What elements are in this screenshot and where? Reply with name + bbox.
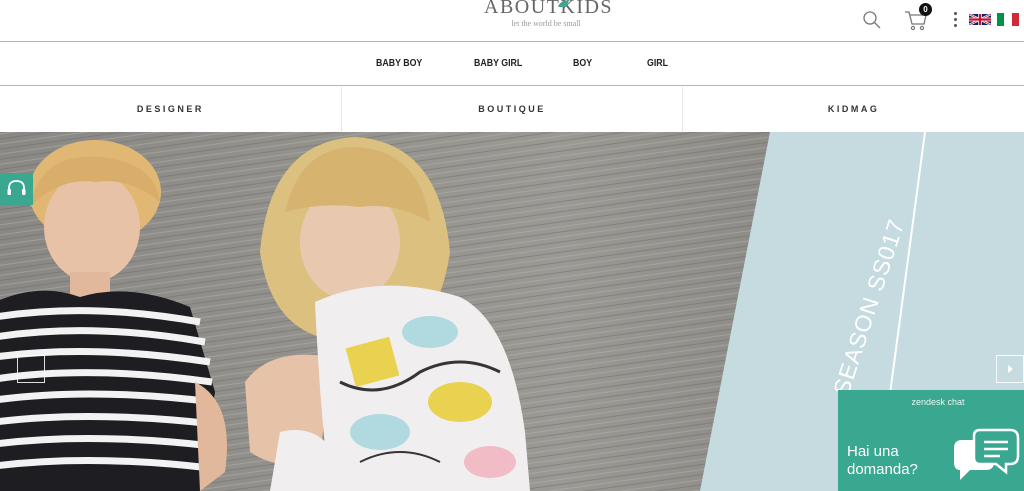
chat-bubbles-icon: [954, 428, 1020, 480]
hero-next-button[interactable]: [996, 355, 1024, 383]
nav-baby-girl[interactable]: BABY GIRL: [474, 58, 522, 69]
category-nav: BABY BOY BABY GIRL BOY GIRL: [0, 43, 1024, 86]
flag-uk-icon[interactable]: [969, 13, 991, 26]
headset-icon: [7, 180, 26, 195]
site-header: ABOUTKIDS let the world be small 0: [0, 0, 1024, 42]
site-logo[interactable]: ABOUTKIDS let the world be small: [484, 0, 614, 28]
flag-it-icon[interactable]: [997, 13, 1019, 26]
section-nav: DESIGNER BOUTIQUE KIDMAG: [0, 87, 1024, 132]
nav-girl[interactable]: GIRL: [647, 58, 668, 69]
support-headset-button[interactable]: [0, 173, 33, 205]
nav-baby-boy[interactable]: BABY BOY: [376, 58, 422, 69]
logo-tagline: let the world be small: [511, 19, 581, 28]
section-boutique[interactable]: BOUTIQUE: [342, 87, 684, 132]
cart-button[interactable]: 0: [904, 3, 932, 32]
nav-boy[interactable]: BOY: [573, 58, 592, 69]
bird-icon: [558, 0, 570, 8]
chat-widget-question: Hai una domanda?: [847, 443, 918, 478]
section-designer[interactable]: DESIGNER: [0, 87, 342, 132]
zendesk-chat-widget[interactable]: zendesk chat Hai una domanda?: [838, 390, 1024, 491]
hero-prev-button[interactable]: [17, 355, 45, 383]
more-vertical-icon[interactable]: [951, 10, 959, 30]
logo-text: ABOUTKIDS: [484, 0, 614, 18]
section-kidmag[interactable]: KIDMAG: [683, 87, 1024, 132]
chat-widget-title: zendesk chat: [911, 397, 965, 407]
search-icon[interactable]: [862, 10, 882, 30]
cart-count-badge: 0: [919, 3, 932, 16]
